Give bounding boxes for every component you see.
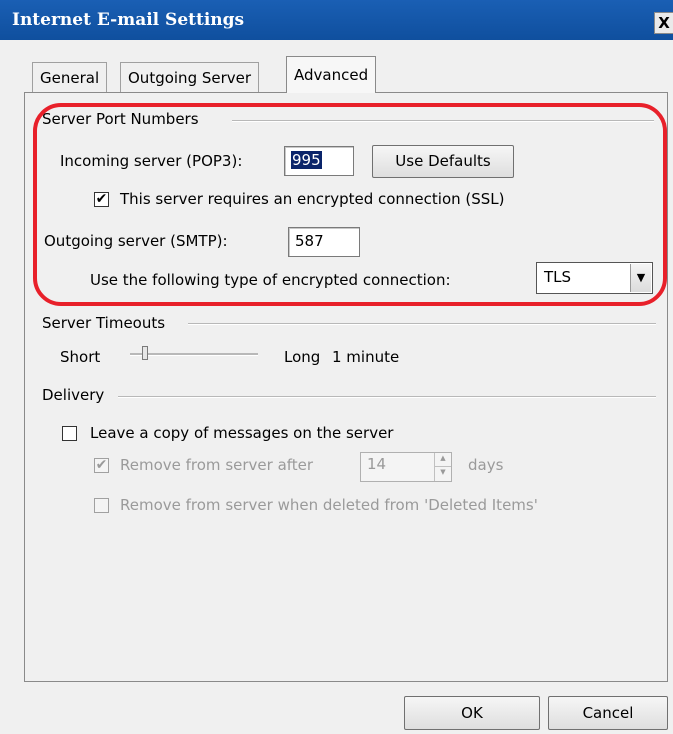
- remove-after-checkbox[interactable]: ✔: [94, 458, 109, 473]
- outgoing-server-label: Outgoing server (SMTP):: [44, 232, 228, 250]
- encryption-type-select[interactable]: TLS ▼: [536, 262, 653, 294]
- ssl-checkbox[interactable]: ✔: [94, 192, 109, 207]
- cancel-button[interactable]: Cancel: [548, 696, 668, 730]
- encryption-type-value: TLS: [544, 268, 572, 286]
- leave-copy-label: Leave a copy of messages on the server: [90, 424, 394, 442]
- ok-button[interactable]: OK: [404, 696, 540, 730]
- server-port-numbers-group-label: Server Port Numbers: [42, 110, 199, 128]
- outgoing-port-value: 587: [295, 232, 324, 250]
- tab-general[interactable]: General: [32, 62, 108, 92]
- use-defaults-button[interactable]: Use Defaults: [372, 145, 514, 178]
- ssl-checkbox-label: This server requires an encrypted connec…: [120, 190, 505, 208]
- days-label: days: [468, 456, 504, 474]
- internet-email-settings-dialog: Internet E-mail Settings X General Outgo…: [0, 0, 673, 734]
- window-title: Internet E-mail Settings: [12, 10, 245, 30]
- spin-up-icon[interactable]: ▲: [435, 453, 451, 467]
- remove-after-label: Remove from server after: [120, 456, 314, 474]
- close-icon: X: [658, 14, 670, 32]
- timeout-long-label: Long: [284, 348, 321, 366]
- tab-advanced[interactable]: Advanced: [286, 56, 377, 93]
- timeout-short-label: Short: [60, 348, 101, 366]
- remove-deleted-checkbox[interactable]: [94, 498, 109, 513]
- delivery-divider: [118, 396, 656, 398]
- remove-after-days-value: 14: [367, 455, 387, 473]
- slider-thumb[interactable]: [142, 346, 149, 360]
- tab-outgoing-server[interactable]: Outgoing Server: [120, 62, 260, 92]
- incoming-port-input[interactable]: 995: [284, 146, 354, 176]
- remove-deleted-label: Remove from server when deleted from 'De…: [120, 496, 538, 514]
- chevron-down-icon[interactable]: ▼: [630, 264, 651, 292]
- check-icon: ✔: [95, 191, 108, 207]
- title-bar: Internet E-mail Settings X: [0, 0, 673, 40]
- encryption-type-label: Use the following type of encrypted conn…: [90, 271, 451, 289]
- advanced-tab-panel: [24, 92, 668, 682]
- leave-copy-checkbox[interactable]: [62, 426, 77, 441]
- slider-track: [130, 353, 258, 356]
- server-port-numbers-divider: [232, 120, 654, 122]
- incoming-server-label: Incoming server (POP3):: [60, 152, 243, 170]
- server-timeouts-divider: [188, 323, 656, 325]
- incoming-port-value: 995: [291, 151, 322, 169]
- remove-after-days-spinner[interactable]: 14 ▲ ▼: [360, 452, 452, 482]
- outgoing-port-input[interactable]: 587: [288, 227, 360, 257]
- spinner-buttons[interactable]: ▲ ▼: [434, 453, 451, 481]
- tab-outgoing-server-label: Outgoing Server: [128, 69, 252, 87]
- spin-down-icon[interactable]: ▼: [435, 467, 451, 481]
- delivery-group-label: Delivery: [42, 386, 105, 404]
- tab-advanced-label: Advanced: [294, 66, 369, 84]
- tab-general-label: General: [40, 69, 100, 87]
- check-icon: ✔: [95, 457, 108, 473]
- timeout-value: 1 minute: [332, 348, 400, 366]
- server-timeouts-group-label: Server Timeouts: [42, 314, 166, 332]
- close-button[interactable]: X: [654, 12, 673, 34]
